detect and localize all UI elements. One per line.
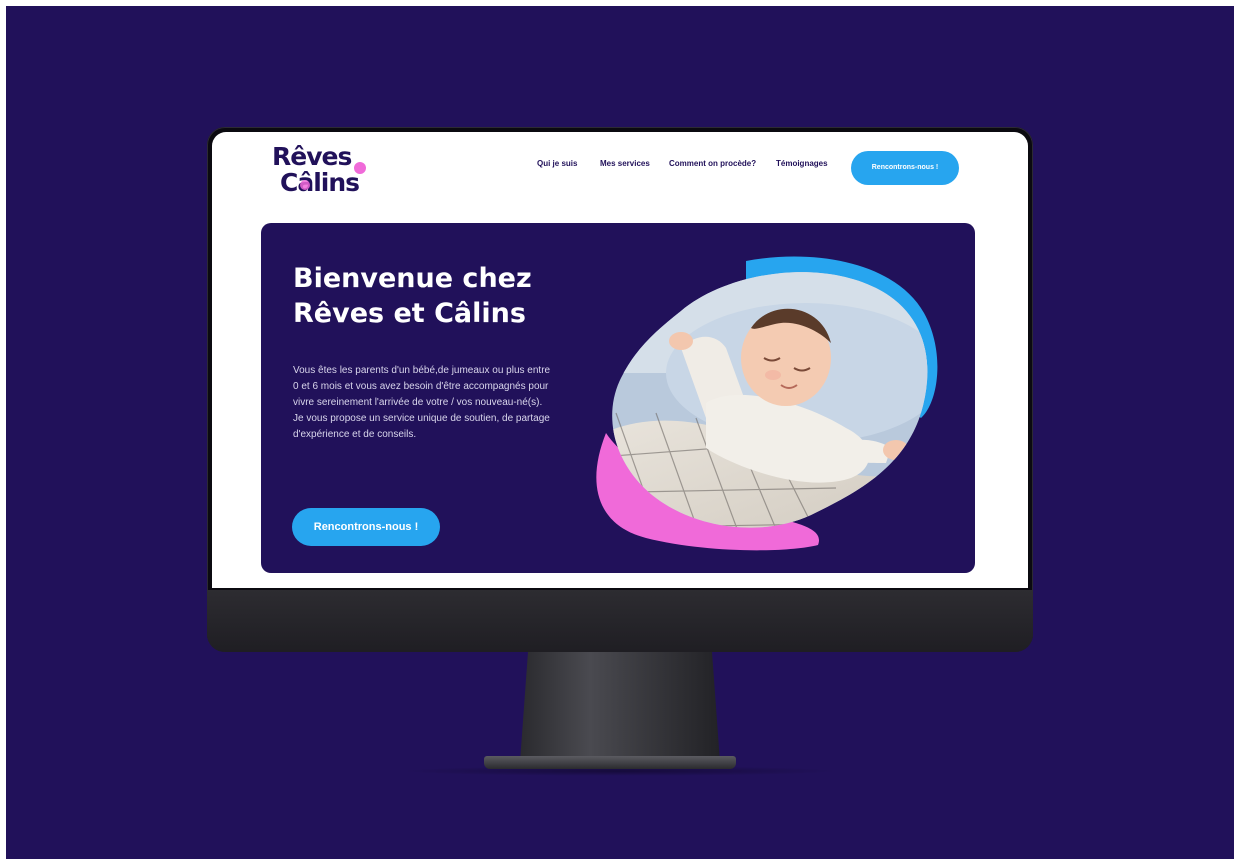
nav-item-mes-services[interactable]: Mes services [600, 159, 650, 168]
monitor-chin [207, 590, 1033, 652]
logo-dot-icon [300, 180, 310, 190]
logo-text-bottom: Câlins [280, 168, 360, 197]
monitor-stand-base [484, 756, 736, 769]
hero-title: Bienvenue chez Rêves et Câlins [293, 263, 532, 329]
website-screen: Rêves Câlins Qui je suis Mes services Co… [212, 132, 1028, 588]
nav-item-qui-je-suis[interactable]: Qui je suis [537, 159, 577, 168]
nav-item-temoignages[interactable]: Témoignages [776, 159, 828, 168]
site-logo[interactable]: Rêves Câlins [270, 138, 368, 204]
sleeping-baby-photo-icon [596, 256, 938, 551]
hero-section: Bienvenue chez Rêves et Câlins Vous êtes… [261, 223, 975, 573]
header-cta-button[interactable]: Rencontrons-nous ! [851, 151, 959, 185]
logo-dot-icon [354, 162, 366, 174]
hero-description: Vous êtes les parents d'un bébé,de jumea… [293, 365, 551, 440]
nav-item-comment-on-procede[interactable]: Comment on procède? [669, 159, 756, 168]
hero-cta-button[interactable]: Rencontrons-nous ! [292, 508, 440, 546]
monitor-stand-neck [520, 652, 720, 762]
logo-text-top: Rêves [272, 142, 352, 171]
